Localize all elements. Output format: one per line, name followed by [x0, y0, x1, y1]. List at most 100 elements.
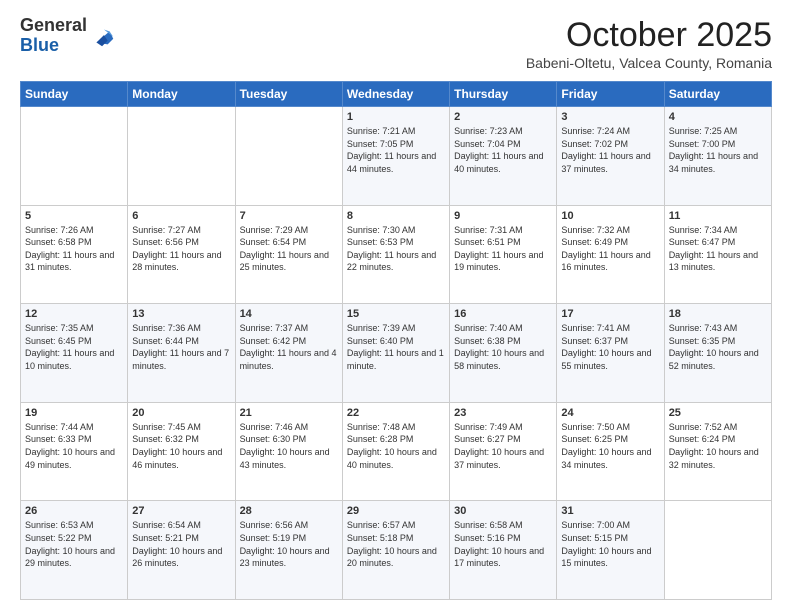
day-info: Sunrise: 7:39 AM Sunset: 6:40 PM Dayligh… [347, 322, 445, 372]
calendar-header-tuesday: Tuesday [235, 82, 342, 107]
calendar-header-sunday: Sunday [21, 82, 128, 107]
calendar-cell: 4 Sunrise: 7:25 AM Sunset: 7:00 PM Daylig… [664, 107, 771, 206]
day-number: 10 [561, 210, 659, 222]
logo: General Blue [20, 16, 117, 56]
day-info: Sunrise: 7:24 AM Sunset: 7:02 PM Dayligh… [561, 125, 659, 175]
logo-icon [89, 22, 117, 50]
calendar-cell: 26 Sunrise: 6:53 AM Sunset: 5:22 PM Dayli… [21, 501, 128, 600]
calendar-cell [21, 107, 128, 206]
day-number: 1 [347, 111, 445, 123]
day-number: 28 [240, 505, 338, 517]
calendar-cell: 9Sunrise: 7:31 AM Sunset: 6:51 PM Daylig… [450, 205, 557, 304]
day-info: Sunrise: 7:27 AM Sunset: 6:56 PM Dayligh… [132, 224, 230, 274]
calendar-cell: 22 Sunrise: 7:48 AM Sunset: 6:28 PM Dayli… [342, 402, 449, 501]
calendar-week-1: 1 Sunrise: 7:21 AM Sunset: 7:05 PM Daylig… [21, 107, 772, 206]
day-info: Sunrise: 7:00 AM Sunset: 5:15 PM Dayligh… [561, 519, 659, 569]
calendar-cell: 8 Sunrise: 7:30 AM Sunset: 6:53 PM Daylig… [342, 205, 449, 304]
day-info: Sunrise: 7:30 AM Sunset: 6:53 PM Dayligh… [347, 224, 445, 274]
day-number: 26 [25, 505, 123, 517]
day-number: 2 [454, 111, 552, 123]
calendar-cell: 31Sunrise: 7:00 AM Sunset: 5:15 PM Dayli… [557, 501, 664, 600]
day-number: 15 [347, 308, 445, 320]
day-info: Sunrise: 7:40 AM Sunset: 6:38 PM Dayligh… [454, 322, 552, 372]
day-info: Sunrise: 6:53 AM Sunset: 5:22 PM Dayligh… [25, 519, 123, 569]
calendar-cell: 19 Sunrise: 7:44 AM Sunset: 6:33 PM Dayli… [21, 402, 128, 501]
calendar-cell: 23 Sunrise: 7:49 AM Sunset: 6:27 PM Dayli… [450, 402, 557, 501]
day-info: Sunrise: 7:45 AM Sunset: 6:32 PM Dayligh… [132, 421, 230, 471]
day-number: 16 [454, 308, 552, 320]
day-info: Sunrise: 6:58 AM Sunset: 5:16 PM Dayligh… [454, 519, 552, 569]
day-info: Sunrise: 7:43 AM Sunset: 6:35 PM Dayligh… [669, 322, 767, 372]
calendar-week-5: 26 Sunrise: 6:53 AM Sunset: 5:22 PM Dayli… [21, 501, 772, 600]
day-info: Sunrise: 7:26 AM Sunset: 6:58 PM Dayligh… [25, 224, 123, 274]
calendar-cell: 13Sunrise: 7:36 AM Sunset: 6:44 PM Dayli… [128, 304, 235, 403]
day-number: 22 [347, 407, 445, 419]
calendar-cell: 29 Sunrise: 6:57 AM Sunset: 5:18 PM Dayli… [342, 501, 449, 600]
location-title: Babeni-Oltetu, Valcea County, Romania [526, 55, 772, 71]
day-number: 17 [561, 308, 659, 320]
calendar-cell [664, 501, 771, 600]
calendar-cell: 11Sunrise: 7:34 AM Sunset: 6:47 PM Dayli… [664, 205, 771, 304]
month-title: October 2025 [526, 16, 772, 55]
calendar-cell: 16 Sunrise: 7:40 AM Sunset: 6:38 PM Dayli… [450, 304, 557, 403]
day-info: Sunrise: 7:35 AM Sunset: 6:45 PM Dayligh… [25, 322, 123, 372]
day-number: 12 [25, 308, 123, 320]
calendar-cell: 25Sunrise: 7:52 AM Sunset: 6:24 PM Dayli… [664, 402, 771, 501]
day-number: 29 [347, 505, 445, 517]
day-number: 4 [669, 111, 767, 123]
day-number: 14 [240, 308, 338, 320]
day-number: 6 [132, 210, 230, 222]
calendar-header-friday: Friday [557, 82, 664, 107]
day-info: Sunrise: 7:34 AM Sunset: 6:47 PM Dayligh… [669, 224, 767, 274]
calendar-cell: 30 Sunrise: 6:58 AM Sunset: 5:16 PM Dayli… [450, 501, 557, 600]
calendar-cell: 1 Sunrise: 7:21 AM Sunset: 7:05 PM Daylig… [342, 107, 449, 206]
calendar-cell: 3 Sunrise: 7:24 AM Sunset: 7:02 PM Daylig… [557, 107, 664, 206]
day-info: Sunrise: 7:25 AM Sunset: 7:00 PM Dayligh… [669, 125, 767, 175]
calendar-header-monday: Monday [128, 82, 235, 107]
calendar-table: SundayMondayTuesdayWednesdayThursdayFrid… [20, 81, 772, 600]
calendar-cell: 18 Sunrise: 7:43 AM Sunset: 6:35 PM Dayli… [664, 304, 771, 403]
calendar-cell: 14 Sunrise: 7:37 AM Sunset: 6:42 PM Dayli… [235, 304, 342, 403]
day-info: Sunrise: 7:32 AM Sunset: 6:49 PM Dayligh… [561, 224, 659, 274]
calendar-cell: 17Sunrise: 7:41 AM Sunset: 6:37 PM Dayli… [557, 304, 664, 403]
day-number: 19 [25, 407, 123, 419]
calendar-cell: 7 Sunrise: 7:29 AM Sunset: 6:54 PM Daylig… [235, 205, 342, 304]
day-number: 30 [454, 505, 552, 517]
day-number: 21 [240, 407, 338, 419]
day-info: Sunrise: 7:46 AM Sunset: 6:30 PM Dayligh… [240, 421, 338, 471]
day-info: Sunrise: 6:57 AM Sunset: 5:18 PM Dayligh… [347, 519, 445, 569]
day-info: Sunrise: 7:52 AM Sunset: 6:24 PM Dayligh… [669, 421, 767, 471]
calendar-cell [128, 107, 235, 206]
calendar-header-thursday: Thursday [450, 82, 557, 107]
day-number: 7 [240, 210, 338, 222]
day-number: 8 [347, 210, 445, 222]
day-number: 23 [454, 407, 552, 419]
day-info: Sunrise: 6:54 AM Sunset: 5:21 PM Dayligh… [132, 519, 230, 569]
day-number: 27 [132, 505, 230, 517]
calendar-header-wednesday: Wednesday [342, 82, 449, 107]
day-info: Sunrise: 7:48 AM Sunset: 6:28 PM Dayligh… [347, 421, 445, 471]
logo-text: General Blue [20, 16, 87, 56]
day-info: Sunrise: 7:23 AM Sunset: 7:04 PM Dayligh… [454, 125, 552, 175]
day-info: Sunrise: 7:49 AM Sunset: 6:27 PM Dayligh… [454, 421, 552, 471]
day-number: 18 [669, 308, 767, 320]
day-info: Sunrise: 7:21 AM Sunset: 7:05 PM Dayligh… [347, 125, 445, 175]
day-number: 24 [561, 407, 659, 419]
calendar-header-row: SundayMondayTuesdayWednesdayThursdayFrid… [21, 82, 772, 107]
day-info: Sunrise: 6:56 AM Sunset: 5:19 PM Dayligh… [240, 519, 338, 569]
calendar-cell [235, 107, 342, 206]
day-number: 3 [561, 111, 659, 123]
calendar-cell: 24Sunrise: 7:50 AM Sunset: 6:25 PM Dayli… [557, 402, 664, 501]
calendar-cell: 6 Sunrise: 7:27 AM Sunset: 6:56 PM Daylig… [128, 205, 235, 304]
day-info: Sunrise: 7:29 AM Sunset: 6:54 PM Dayligh… [240, 224, 338, 274]
day-info: Sunrise: 7:44 AM Sunset: 6:33 PM Dayligh… [25, 421, 123, 471]
calendar-week-2: 5 Sunrise: 7:26 AM Sunset: 6:58 PM Daylig… [21, 205, 772, 304]
day-info: Sunrise: 7:37 AM Sunset: 6:42 PM Dayligh… [240, 322, 338, 372]
calendar-cell: 5 Sunrise: 7:26 AM Sunset: 6:58 PM Daylig… [21, 205, 128, 304]
calendar-cell: 2 Sunrise: 7:23 AM Sunset: 7:04 PM Daylig… [450, 107, 557, 206]
title-block: October 2025 Babeni-Oltetu, Valcea Count… [526, 16, 772, 71]
day-number: 5 [25, 210, 123, 222]
day-number: 13 [132, 308, 230, 320]
calendar-header-saturday: Saturday [664, 82, 771, 107]
page: General Blue October 2025 Babeni-Oltetu,… [0, 0, 792, 612]
